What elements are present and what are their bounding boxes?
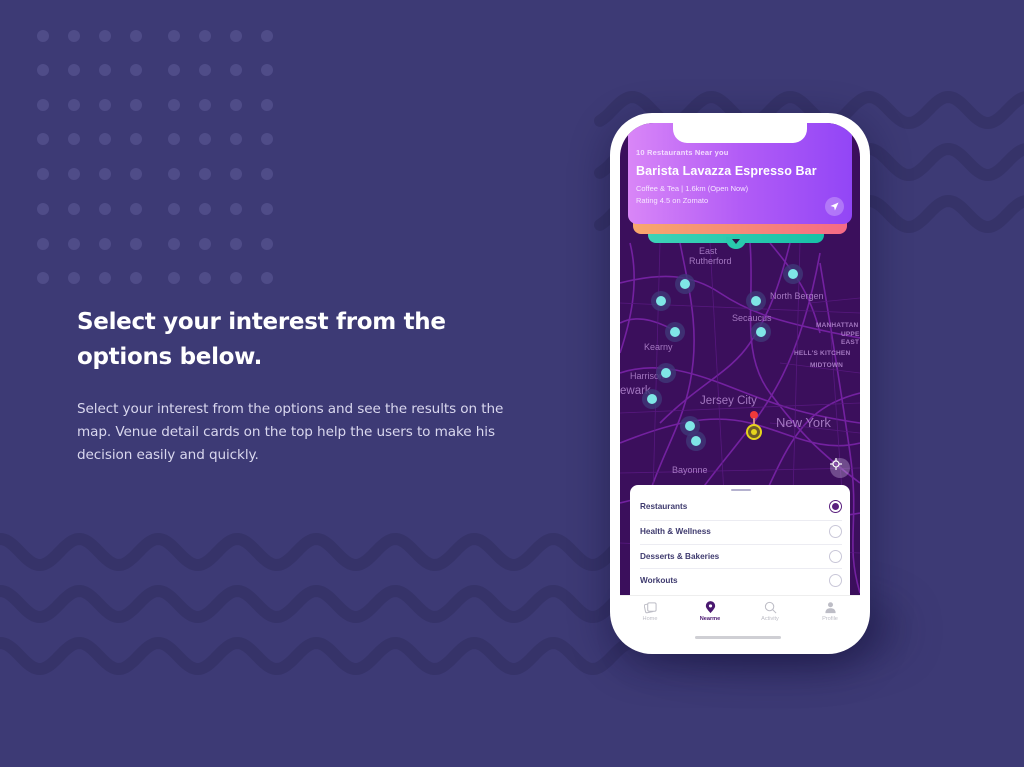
body-paragraph: Select your interest from the options an… (77, 398, 537, 467)
category-option-restaurants[interactable]: Restaurants (640, 494, 842, 519)
body-line-1: Select your interest from the options an… (77, 401, 504, 417)
radio-unselected[interactable] (829, 550, 842, 563)
radio-unselected[interactable] (829, 574, 842, 587)
map-label-east: East (699, 246, 718, 256)
map-label-jersey-city: Jersey City (700, 395, 757, 407)
map-label-north-bergen: North Bergen (770, 291, 824, 301)
feature-description: Select your interest from the options be… (77, 305, 537, 467)
locate-me-button[interactable] (830, 458, 850, 478)
tab-activity[interactable]: Activity (745, 601, 795, 622)
navigation-arrow-icon (830, 202, 839, 211)
map-label-secaucus: Secaucus (732, 313, 772, 323)
background-wave (0, 584, 636, 624)
crosshair-icon (830, 458, 842, 470)
map-label-new-york: New York (776, 415, 831, 430)
venue-name: Barista Lavazza Espresso Bar (636, 164, 817, 178)
map-label-midtown: MIDTOWN (810, 362, 844, 369)
headline: Select your interest from the options be… (77, 305, 537, 375)
map-label-rutherford: Rutherford (689, 256, 732, 266)
tab-profile[interactable]: Profile (805, 601, 855, 622)
category-option-desserts-bakeries[interactable]: Desserts & Bakeries (640, 544, 842, 569)
headline-line-2: options below. (77, 344, 263, 370)
option-label: Workouts (640, 576, 678, 585)
venue-marker[interactable] (686, 431, 706, 451)
map-label-east-side: EAST (841, 339, 860, 346)
background-wave (0, 636, 636, 676)
body-line-2: map. Venue detail cards on the top help … (77, 424, 495, 440)
option-label: Desserts & Bakeries (640, 552, 720, 561)
radio-unselected[interactable] (829, 525, 842, 538)
map-pin-icon (705, 601, 715, 614)
bottom-tab-bar: Home Nearme Activity Profile (620, 595, 860, 644)
body-line-3: decision easily and quickly. (77, 447, 259, 463)
user-location-ring (746, 424, 762, 440)
home-indicator[interactable] (695, 636, 781, 639)
venue-marker[interactable] (665, 322, 685, 342)
tab-home[interactable]: Home (625, 601, 675, 622)
headline-line-1: Select your interest from the (77, 309, 446, 335)
tab-label: Profile (822, 616, 838, 622)
phone-notch (673, 123, 807, 143)
tab-label: Nearme (699, 616, 721, 622)
venue-rating: Rating 4.5 on Zomato (636, 196, 709, 205)
map-label-manhattan: MANHATTAN (816, 322, 859, 329)
tab-nearme[interactable]: Nearme (685, 601, 735, 622)
venue-marker[interactable] (675, 274, 695, 294)
map-label-bayonne: Bayonne (672, 465, 708, 475)
venue-category-distance: Coffee & Tea | 1.6km (Open Now) (636, 184, 749, 193)
category-option-workouts[interactable]: Workouts (640, 568, 842, 593)
venue-marker[interactable] (656, 363, 676, 383)
phone-mockup: East Rutherford North Bergen Secaucus MA… (610, 113, 870, 654)
navigate-button[interactable] (825, 197, 844, 216)
map-label-kearny: Kearny (644, 342, 673, 352)
phone-screen: East Rutherford North Bergen Secaucus MA… (620, 123, 860, 644)
venue-marker[interactable] (746, 291, 766, 311)
option-label: Health & Wellness (640, 527, 711, 536)
venue-marker[interactable] (642, 389, 662, 409)
venue-marker[interactable] (651, 291, 671, 311)
background-wave (0, 532, 636, 572)
radio-selected[interactable] (829, 500, 842, 513)
category-option-health-wellness[interactable]: Health & Wellness (640, 519, 842, 544)
map-label-upper: UPPER (841, 331, 860, 338)
option-label: Restaurants (640, 502, 688, 511)
sheet-drag-handle[interactable] (731, 489, 751, 491)
results-count: 10 Restaurants Near you (636, 148, 729, 157)
tab-label: Activity (761, 616, 779, 622)
category-bottom-sheet: Restaurants Health & Wellness Desserts &… (630, 485, 850, 610)
home-cards-icon (643, 602, 657, 614)
search-icon (764, 601, 776, 614)
tab-label: Home (642, 616, 658, 622)
person-icon (824, 602, 836, 614)
venue-marker[interactable] (751, 322, 771, 342)
map-label-hells-kitchen: HELL'S KITCHEN (794, 350, 851, 357)
venue-marker[interactable] (783, 264, 803, 284)
